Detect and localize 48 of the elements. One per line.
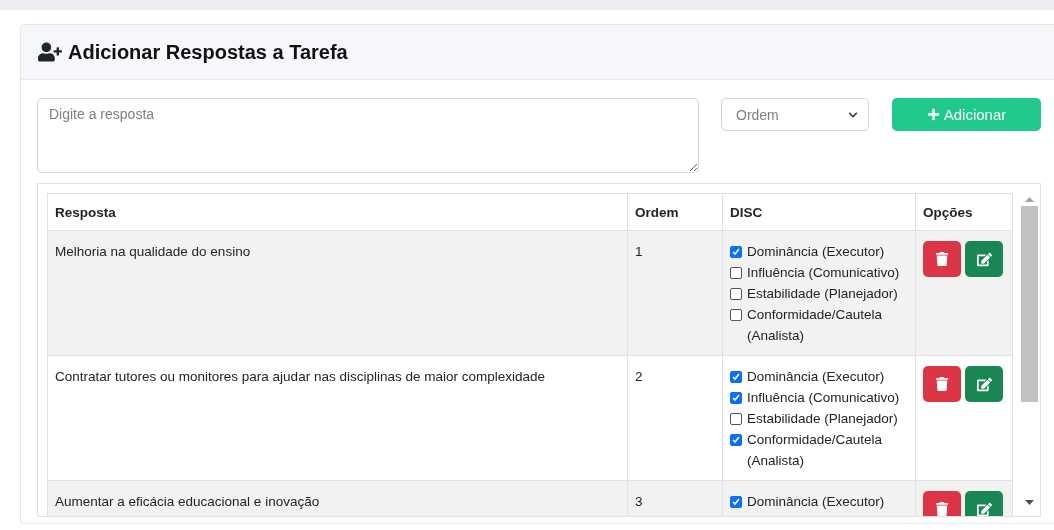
trash-icon xyxy=(935,502,949,516)
checkbox-label: Conformidade/Cautela (Analista) xyxy=(747,431,884,470)
checkbox[interactable] xyxy=(730,267,742,279)
column-header: Resposta xyxy=(47,193,628,231)
checkbox[interactable] xyxy=(730,288,742,300)
edit-icon xyxy=(976,251,992,267)
checkbox-label: Dominância (Executor) xyxy=(747,243,885,261)
checkbox[interactable] xyxy=(730,371,742,383)
response-text: Aumentar a eficácia educacional e inovação xyxy=(55,494,320,509)
checkbox-label: Estabilidade (Planejador) xyxy=(747,285,898,303)
response-text: Contratar tutores ou monitores para ajudar nas disciplinas de maior complexidade xyxy=(55,369,545,384)
order-number: 3 xyxy=(635,494,643,509)
checkbox-label: Dominância (Executor) xyxy=(747,493,885,511)
trash-icon xyxy=(935,252,949,266)
order-number: 1 xyxy=(635,244,643,259)
checkbox[interactable] xyxy=(730,309,742,321)
checkbox[interactable] xyxy=(730,413,742,425)
checkbox-label: Dominância (Executor) xyxy=(747,368,885,386)
scroll-down-icon[interactable] xyxy=(1025,500,1034,505)
edit-button[interactable] xyxy=(965,241,1003,277)
chevron-down-icon xyxy=(848,109,858,120)
checkbox-label: Conformidade/Cautela (Analista) xyxy=(747,306,884,345)
edit-button[interactable] xyxy=(965,366,1003,402)
card-title: Adicionar Respostas a Tarefa xyxy=(68,40,348,64)
answer-field[interactable]: Digite a resposta xyxy=(37,98,699,173)
checkbox-label: Influência (Comunicativo) xyxy=(747,389,900,407)
column-header: Opções xyxy=(915,193,1013,231)
delete-button[interactable] xyxy=(923,241,961,277)
checkbox[interactable] xyxy=(730,246,742,258)
add-button[interactable]: Adicionar xyxy=(892,98,1041,131)
user-plus-icon xyxy=(38,40,62,64)
checkbox-label: Influência (Comunicativo) xyxy=(747,264,900,282)
order-select[interactable]: Ordem xyxy=(721,98,869,131)
checkbox[interactable] xyxy=(730,496,742,508)
scrollbar-thumb[interactable] xyxy=(1021,206,1038,402)
response-text: Melhoria na qualidade do ensino xyxy=(55,244,251,259)
checkbox[interactable] xyxy=(730,392,742,404)
checkbox-label: Estabilidade (Planejador) xyxy=(747,410,898,428)
edit-icon xyxy=(976,501,992,516)
edit-icon xyxy=(976,376,992,392)
scroll-up-icon[interactable] xyxy=(1025,197,1034,202)
order-number: 2 xyxy=(635,369,643,384)
column-header: Ordem xyxy=(627,193,723,231)
plus-icon xyxy=(926,108,940,121)
trash-icon xyxy=(935,377,949,391)
checkbox[interactable] xyxy=(730,434,742,446)
delete-button[interactable] xyxy=(923,366,961,402)
column-header: DISC xyxy=(722,193,916,231)
